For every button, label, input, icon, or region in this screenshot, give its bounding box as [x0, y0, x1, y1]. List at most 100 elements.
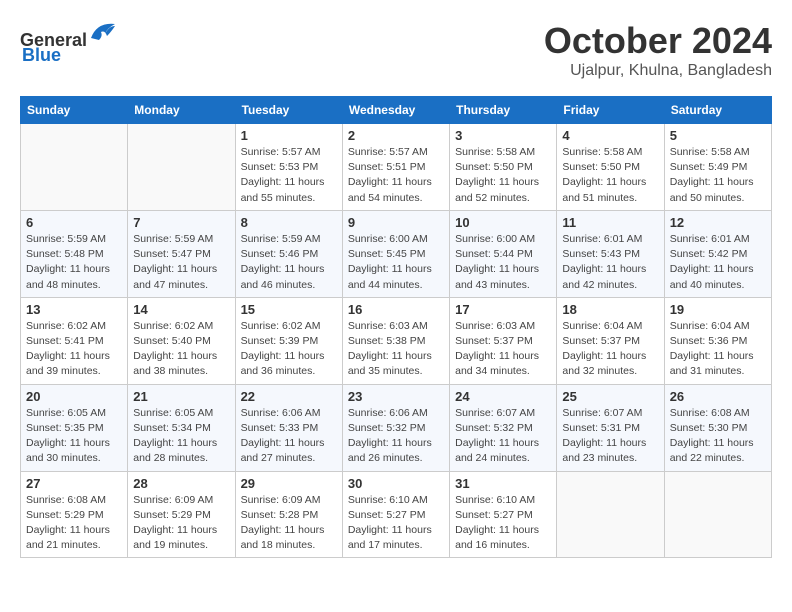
weekday-header-tuesday: Tuesday	[235, 97, 342, 124]
day-info: Sunrise: 6:10 AM Sunset: 5:27 PM Dayligh…	[348, 493, 444, 554]
weekday-header-thursday: Thursday	[450, 97, 557, 124]
calendar-cell: 1 Sunrise: 5:57 AM Sunset: 5:53 PM Daylig…	[235, 124, 342, 211]
calendar-cell: 12 Sunrise: 6:01 AM Sunset: 5:42 PM Dayli…	[664, 210, 771, 297]
day-info: Sunrise: 5:59 AM Sunset: 5:48 PM Dayligh…	[26, 232, 122, 293]
day-info: Sunrise: 6:08 AM Sunset: 5:29 PM Dayligh…	[26, 493, 122, 554]
day-number: 2	[348, 128, 444, 143]
day-info: Sunrise: 6:04 AM Sunset: 5:36 PM Dayligh…	[670, 319, 766, 380]
day-info: Sunrise: 6:05 AM Sunset: 5:34 PM Dayligh…	[133, 406, 229, 467]
day-info: Sunrise: 5:59 AM Sunset: 5:47 PM Dayligh…	[133, 232, 229, 293]
logo-blue-text: Blue	[20, 45, 61, 66]
day-info: Sunrise: 6:00 AM Sunset: 5:45 PM Dayligh…	[348, 232, 444, 293]
calendar-cell	[557, 471, 664, 558]
calendar-cell: 22 Sunrise: 6:06 AM Sunset: 5:33 PM Dayli…	[235, 384, 342, 471]
day-info: Sunrise: 6:02 AM Sunset: 5:39 PM Dayligh…	[241, 319, 337, 380]
day-info: Sunrise: 6:10 AM Sunset: 5:27 PM Dayligh…	[455, 493, 551, 554]
day-number: 1	[241, 128, 337, 143]
day-number: 19	[670, 302, 766, 317]
weekday-header-friday: Friday	[557, 97, 664, 124]
day-number: 15	[241, 302, 337, 317]
day-info: Sunrise: 6:09 AM Sunset: 5:29 PM Dayligh…	[133, 493, 229, 554]
day-info: Sunrise: 6:06 AM Sunset: 5:32 PM Dayligh…	[348, 406, 444, 467]
page-header: General Blue October 2024 Ujalpur, Khuln…	[20, 20, 772, 80]
calendar-cell: 29Sunrise: 6:09 AM Sunset: 5:28 PM Dayli…	[235, 471, 342, 558]
day-info: Sunrise: 5:57 AM Sunset: 5:53 PM Dayligh…	[241, 145, 337, 206]
calendar-cell: 23Sunrise: 6:06 AM Sunset: 5:32 PM Dayli…	[342, 384, 449, 471]
calendar-cell	[21, 124, 128, 211]
calendar-cell: 3Sunrise: 5:58 AM Sunset: 5:50 PM Daylig…	[450, 124, 557, 211]
day-number: 24	[455, 389, 551, 404]
calendar-cell: 16 Sunrise: 6:03 AM Sunset: 5:38 PM Dayli…	[342, 297, 449, 384]
day-info: Sunrise: 6:08 AM Sunset: 5:30 PM Dayligh…	[670, 406, 766, 467]
day-info: Sunrise: 6:01 AM Sunset: 5:43 PM Dayligh…	[562, 232, 658, 293]
day-info: Sunrise: 6:00 AM Sunset: 5:44 PM Dayligh…	[455, 232, 551, 293]
calendar-cell: 11 Sunrise: 6:01 AM Sunset: 5:43 PM Dayli…	[557, 210, 664, 297]
day-number: 4	[562, 128, 658, 143]
day-info: Sunrise: 6:03 AM Sunset: 5:38 PM Dayligh…	[348, 319, 444, 380]
calendar-cell: 18 Sunrise: 6:04 AM Sunset: 5:37 PM Dayli…	[557, 297, 664, 384]
day-number: 12	[670, 215, 766, 230]
day-number: 10	[455, 215, 551, 230]
day-number: 16	[348, 302, 444, 317]
weekday-header-wednesday: Wednesday	[342, 97, 449, 124]
calendar-header-row: SundayMondayTuesdayWednesdayThursdayFrid…	[21, 97, 772, 124]
calendar-cell: 8 Sunrise: 5:59 AM Sunset: 5:46 PM Daylig…	[235, 210, 342, 297]
day-info: Sunrise: 6:02 AM Sunset: 5:40 PM Dayligh…	[133, 319, 229, 380]
weekday-header-monday: Monday	[128, 97, 235, 124]
calendar-cell: 7Sunrise: 5:59 AM Sunset: 5:47 PM Daylig…	[128, 210, 235, 297]
calendar-cell	[664, 471, 771, 558]
logo: General Blue	[20, 20, 117, 66]
calendar-cell: 28Sunrise: 6:09 AM Sunset: 5:29 PM Dayli…	[128, 471, 235, 558]
day-number: 31	[455, 476, 551, 491]
day-info: Sunrise: 5:59 AM Sunset: 5:46 PM Dayligh…	[241, 232, 337, 293]
day-info: Sunrise: 6:04 AM Sunset: 5:37 PM Dayligh…	[562, 319, 658, 380]
calendar-cell	[128, 124, 235, 211]
day-info: Sunrise: 6:01 AM Sunset: 5:42 PM Dayligh…	[670, 232, 766, 293]
day-number: 9	[348, 215, 444, 230]
calendar-cell: 26 Sunrise: 6:08 AM Sunset: 5:30 PM Dayli…	[664, 384, 771, 471]
calendar-week-row: 1 Sunrise: 5:57 AM Sunset: 5:53 PM Daylig…	[21, 124, 772, 211]
day-number: 11	[562, 215, 658, 230]
day-info: Sunrise: 6:02 AM Sunset: 5:41 PM Dayligh…	[26, 319, 122, 380]
calendar-cell: 30 Sunrise: 6:10 AM Sunset: 5:27 PM Dayli…	[342, 471, 449, 558]
day-info: Sunrise: 6:06 AM Sunset: 5:33 PM Dayligh…	[241, 406, 337, 467]
day-number: 14	[133, 302, 229, 317]
calendar-week-row: 20Sunrise: 6:05 AM Sunset: 5:35 PM Dayli…	[21, 384, 772, 471]
logo-bird-icon	[87, 20, 117, 46]
day-number: 13	[26, 302, 122, 317]
calendar-week-row: 27Sunrise: 6:08 AM Sunset: 5:29 PM Dayli…	[21, 471, 772, 558]
day-number: 17	[455, 302, 551, 317]
calendar-cell: 6Sunrise: 5:59 AM Sunset: 5:48 PM Daylig…	[21, 210, 128, 297]
calendar-table: SundayMondayTuesdayWednesdayThursdayFrid…	[20, 96, 772, 558]
day-number: 18	[562, 302, 658, 317]
calendar-cell: 27Sunrise: 6:08 AM Sunset: 5:29 PM Dayli…	[21, 471, 128, 558]
calendar-cell: 9 Sunrise: 6:00 AM Sunset: 5:45 PM Daylig…	[342, 210, 449, 297]
weekday-header-sunday: Sunday	[21, 97, 128, 124]
day-number: 8	[241, 215, 337, 230]
calendar-cell: 17Sunrise: 6:03 AM Sunset: 5:37 PM Dayli…	[450, 297, 557, 384]
day-info: Sunrise: 5:58 AM Sunset: 5:50 PM Dayligh…	[455, 145, 551, 206]
day-number: 30	[348, 476, 444, 491]
calendar-cell: 19 Sunrise: 6:04 AM Sunset: 5:36 PM Dayli…	[664, 297, 771, 384]
calendar-cell: 15 Sunrise: 6:02 AM Sunset: 5:39 PM Dayli…	[235, 297, 342, 384]
title-block: October 2024 Ujalpur, Khulna, Bangladesh	[544, 20, 772, 80]
day-number: 21	[133, 389, 229, 404]
calendar-cell: 5Sunrise: 5:58 AM Sunset: 5:49 PM Daylig…	[664, 124, 771, 211]
calendar-body: 1 Sunrise: 5:57 AM Sunset: 5:53 PM Daylig…	[21, 124, 772, 558]
location: Ujalpur, Khulna, Bangladesh	[544, 62, 772, 80]
day-number: 5	[670, 128, 766, 143]
day-number: 25	[562, 389, 658, 404]
calendar-cell: 13 Sunrise: 6:02 AM Sunset: 5:41 PM Dayli…	[21, 297, 128, 384]
calendar-week-row: 6Sunrise: 5:59 AM Sunset: 5:48 PM Daylig…	[21, 210, 772, 297]
day-info: Sunrise: 6:05 AM Sunset: 5:35 PM Dayligh…	[26, 406, 122, 467]
day-info: Sunrise: 5:58 AM Sunset: 5:50 PM Dayligh…	[562, 145, 658, 206]
day-number: 26	[670, 389, 766, 404]
calendar-cell: 21 Sunrise: 6:05 AM Sunset: 5:34 PM Dayli…	[128, 384, 235, 471]
day-number: 29	[241, 476, 337, 491]
weekday-header-saturday: Saturday	[664, 97, 771, 124]
calendar-cell: 31 Sunrise: 6:10 AM Sunset: 5:27 PM Dayli…	[450, 471, 557, 558]
calendar-cell: 10 Sunrise: 6:00 AM Sunset: 5:44 PM Dayli…	[450, 210, 557, 297]
calendar-cell: 14 Sunrise: 6:02 AM Sunset: 5:40 PM Dayli…	[128, 297, 235, 384]
calendar-week-row: 13 Sunrise: 6:02 AM Sunset: 5:41 PM Dayli…	[21, 297, 772, 384]
day-number: 22	[241, 389, 337, 404]
